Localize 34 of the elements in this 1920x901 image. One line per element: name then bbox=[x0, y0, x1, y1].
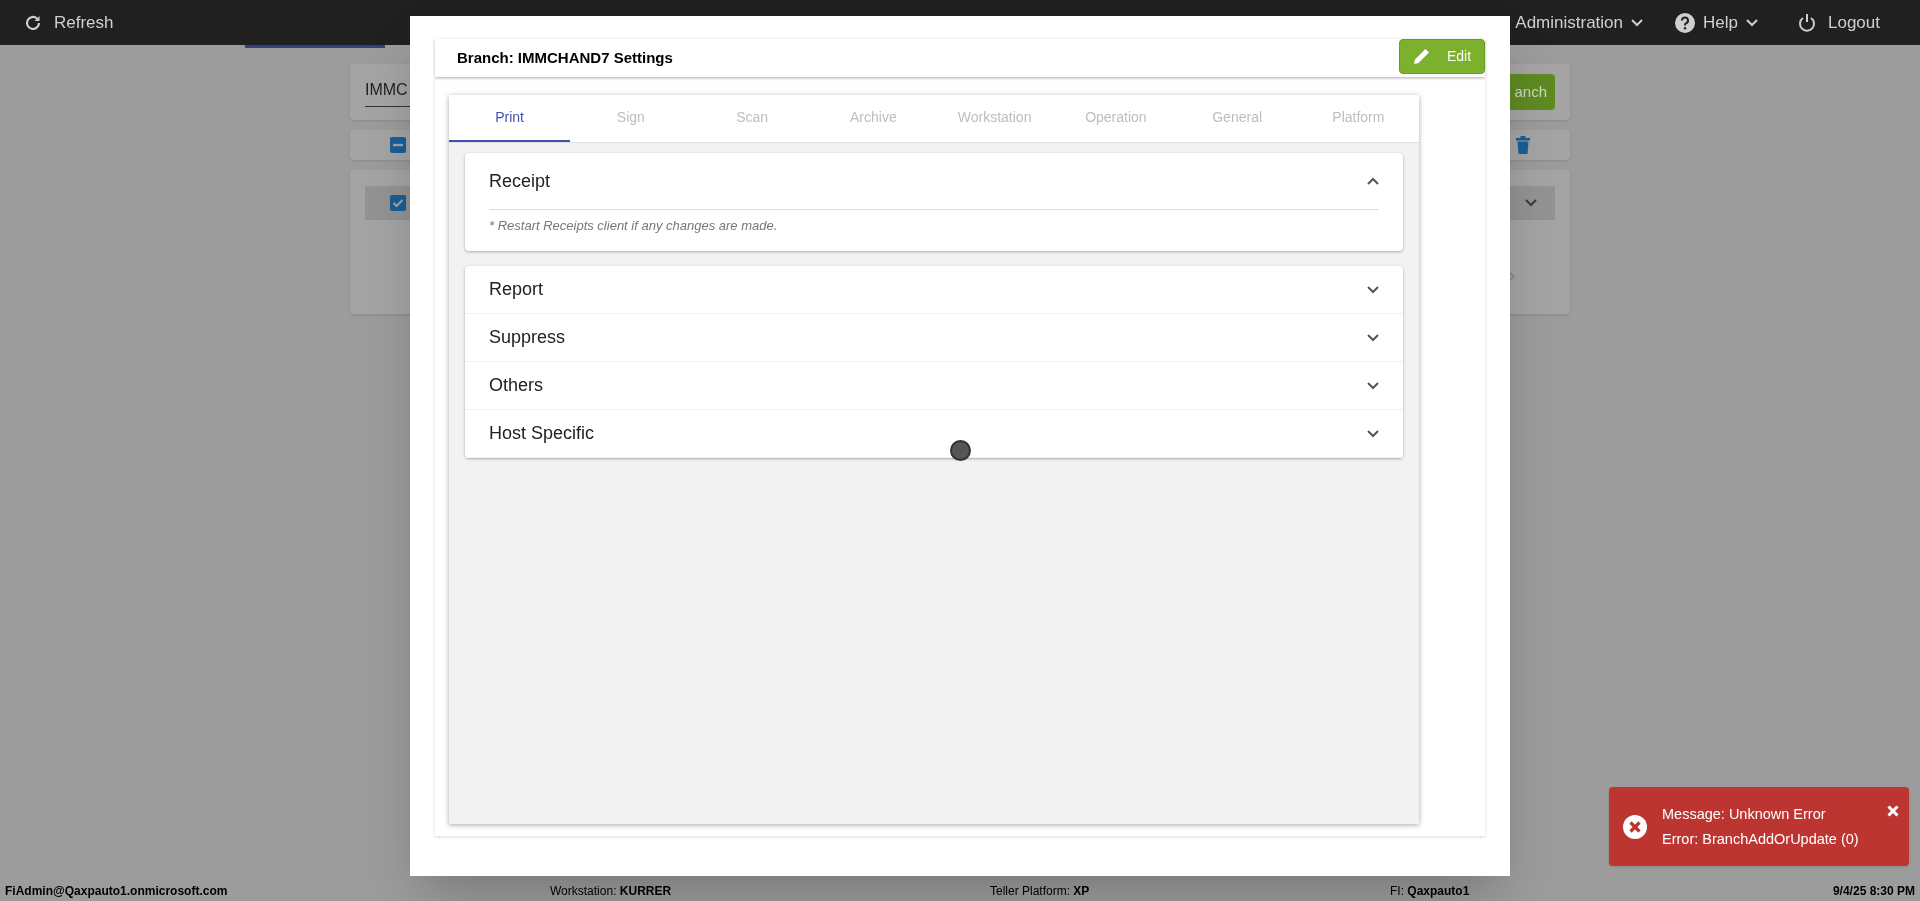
section-header[interactable]: Others bbox=[465, 362, 1403, 410]
error-icon bbox=[1623, 814, 1647, 839]
chevron-down-icon bbox=[1367, 381, 1379, 390]
status-field: Workstation: KURRER bbox=[550, 882, 990, 900]
logout-button[interactable]: Logout bbox=[1798, 9, 1880, 36]
chevron-down-icon bbox=[1367, 429, 1379, 438]
checkbox[interactable] bbox=[390, 137, 406, 153]
status-field: FI: Qaxpauto1 bbox=[1390, 882, 1630, 900]
chevron-down-icon bbox=[1367, 333, 1379, 342]
restart-note: * Restart Receipts client if any changes are made. bbox=[489, 218, 778, 233]
trash-icon[interactable] bbox=[1516, 136, 1530, 154]
section-header[interactable]: Receipt bbox=[489, 153, 1379, 209]
refresh-icon bbox=[24, 13, 42, 32]
power-icon bbox=[1798, 12, 1816, 33]
chevron-down-icon bbox=[1525, 199, 1537, 207]
dialog-title: Branch: IMMCHAND7 Settings bbox=[457, 47, 673, 68]
close-icon[interactable] bbox=[1887, 805, 1899, 817]
chevron-down-icon bbox=[1367, 285, 1379, 294]
date-time: 9/4/25 8:30 PM bbox=[1832, 883, 1915, 900]
chevron-down-icon bbox=[1746, 18, 1758, 27]
menu-button[interactable]: Help bbox=[1675, 9, 1758, 36]
status-field: Teller Platform: XP bbox=[990, 882, 1390, 900]
user-email: FiAdmin@Qaxpauto1.onmicrosoft.com bbox=[5, 883, 229, 900]
toast-message: Message: Unknown Error bbox=[1662, 805, 1827, 824]
toast-message: Error: BranchAddOrUpdate (0) bbox=[1662, 830, 1859, 849]
section-header[interactable]: Suppress bbox=[465, 314, 1403, 362]
chevron-up-icon bbox=[1367, 177, 1379, 185]
refresh-button[interactable]: Refresh bbox=[24, 9, 114, 36]
checkbox[interactable] bbox=[390, 195, 406, 211]
section-header[interactable]: Report bbox=[465, 266, 1403, 314]
chevron-down-icon bbox=[1631, 18, 1644, 27]
help-icon bbox=[1675, 12, 1696, 33]
menu-button[interactable]: Administration bbox=[1515, 9, 1644, 36]
tab[interactable]: Print bbox=[449, 95, 571, 142]
